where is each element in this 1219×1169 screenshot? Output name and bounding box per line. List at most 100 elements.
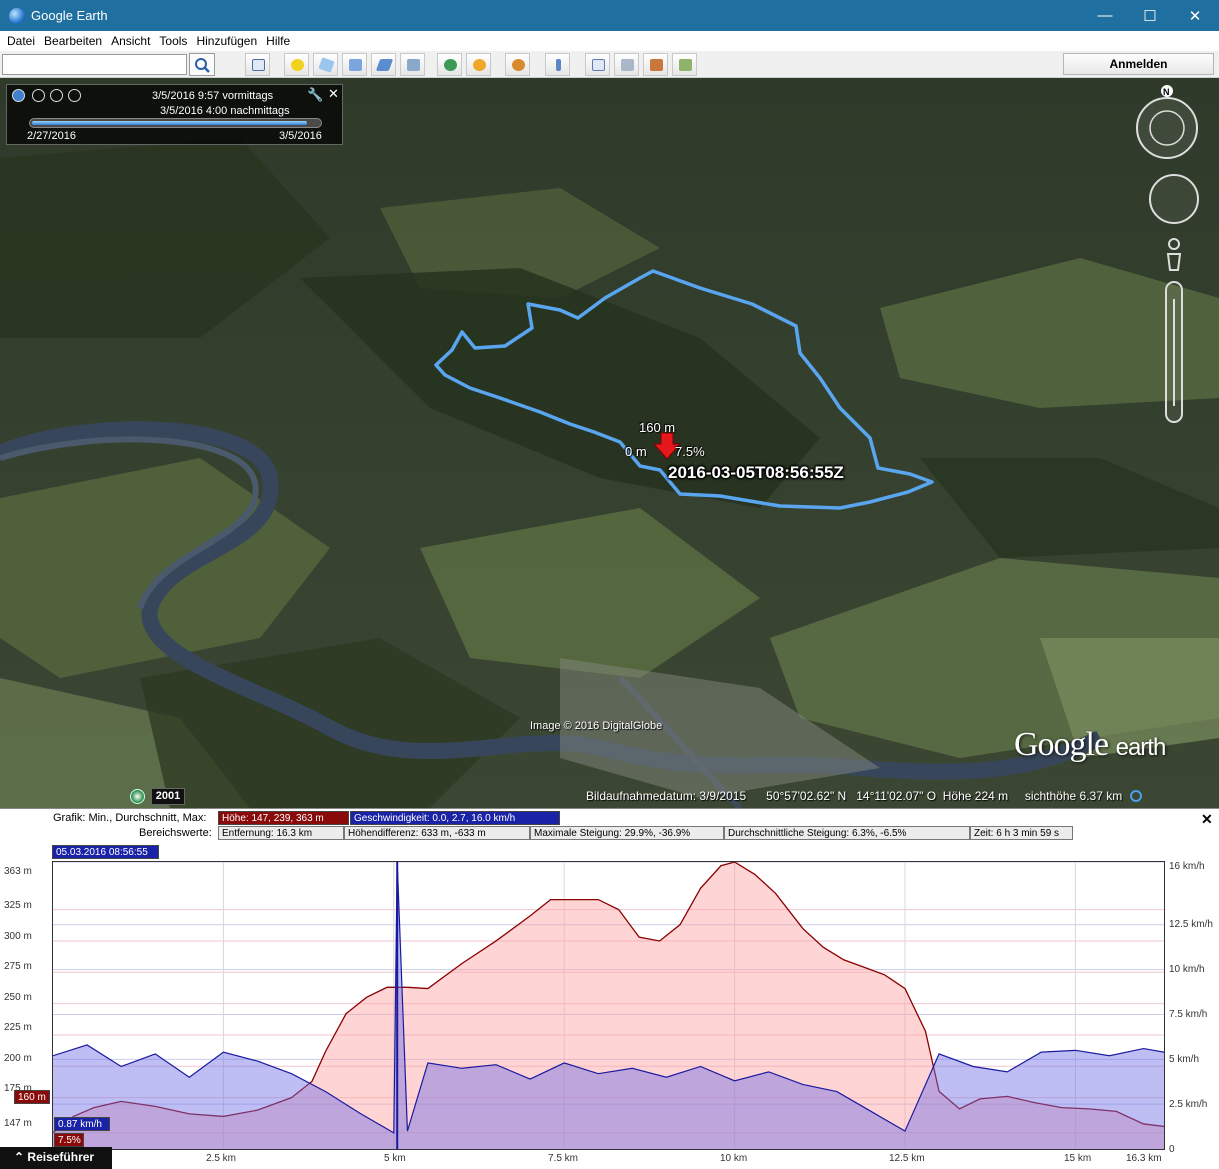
range-label: Bereichswerte:: [139, 827, 212, 839]
save-image-button[interactable]: [643, 53, 668, 76]
elevation-profile-chart[interactable]: [52, 861, 1165, 1150]
signin-button[interactable]: Anmelden: [1063, 53, 1214, 75]
look-joystick[interactable]: [1136, 97, 1198, 159]
move-joystick[interactable]: [1149, 174, 1199, 224]
latitude: 50°57'02.62" N: [766, 789, 847, 803]
wrench-icon[interactable]: 🔧: [307, 87, 323, 103]
pushpin-icon: [291, 59, 304, 71]
y-right-tick-label: 12.5 km/h: [1169, 919, 1213, 930]
zoom-out-time-icon[interactable]: [32, 89, 45, 102]
print-button[interactable]: [614, 53, 639, 76]
planet-switch-button[interactable]: [505, 53, 530, 76]
historical-imagery-control[interactable]: 2001: [130, 788, 185, 806]
maximize-button[interactable]: ☐: [1127, 0, 1173, 31]
logo-sub: earth: [1115, 734, 1167, 761]
placemark-timestamp: 2016-03-05T08:56:55Z: [668, 463, 844, 482]
max-slope-chip: Maximale Steigung: 29.9%, -36.9%: [530, 826, 724, 840]
y-left-tick-label: 325 m: [4, 900, 32, 911]
speed-stats-chip[interactable]: Geschwindigkeit: 0.0, 2.7, 16.0 km/h: [350, 811, 560, 825]
tour-guide-label: Reiseführer: [27, 1150, 95, 1164]
x-tick-label: 12.5 km: [889, 1153, 925, 1164]
add-overlay-button[interactable]: [371, 53, 396, 76]
eye-altitude: sichthöhe 6.37 km: [1024, 789, 1123, 803]
title-bar: Google Earth — ☐ ✕: [0, 0, 1219, 31]
menu-hinzufuegen[interactable]: Hinzufügen: [196, 34, 257, 48]
earth-3d-view[interactable]: 160 m 0 m 7.5%: [0, 78, 1219, 808]
cursor-speed-chip: 0.87 km/h: [54, 1117, 110, 1131]
street-view-pegman-icon[interactable]: [1168, 238, 1180, 250]
y-left-tick-label: 275 m: [4, 961, 32, 972]
placemark-slope: 7.5%: [675, 444, 705, 459]
history-clock-icon[interactable]: [130, 789, 145, 804]
search-input[interactable]: [2, 54, 187, 75]
zoom-in-time-icon[interactable]: [50, 89, 63, 102]
x-tick-label: 5 km: [384, 1153, 406, 1164]
save-image-icon: [650, 59, 663, 71]
time-slider-start-date: 2/27/2016: [27, 130, 76, 142]
y-right-tick-label: 7.5 km/h: [1169, 1009, 1208, 1020]
polygon-icon: [318, 57, 335, 73]
status-bar: Bildaufnahmedatum: 3/9/2015 50°57'02.62"…: [586, 789, 1142, 803]
add-path-button[interactable]: [342, 53, 367, 76]
historical-imagery-button[interactable]: [437, 53, 462, 76]
reset-time-icon[interactable]: [68, 89, 81, 102]
email-button[interactable]: [585, 53, 610, 76]
height-diff-chip: Höhendifferenz: 633 m, -633 m: [344, 826, 530, 840]
clock-settings-icon[interactable]: [12, 89, 25, 102]
x-tick-label: 7.5 km: [548, 1153, 579, 1164]
camera-icon: [407, 59, 420, 71]
time-slider-track[interactable]: [29, 118, 322, 128]
y-left-tick-label: 175 m: [4, 1083, 32, 1094]
clock-icon: [444, 59, 457, 71]
menu-tools[interactable]: Tools: [159, 34, 187, 48]
view-in-maps-button[interactable]: [672, 53, 697, 76]
y-right-tick-label: 5 km/h: [1169, 1054, 1200, 1065]
y-left-tick-label: 147 m: [4, 1118, 32, 1129]
menu-datei[interactable]: Datei: [7, 34, 35, 48]
close-button[interactable]: ✕: [1172, 0, 1218, 31]
tour-guide-button[interactable]: ⌃ Reiseführer: [0, 1147, 112, 1169]
menu-hilfe[interactable]: Hilfe: [266, 34, 290, 48]
streaming-indicator-icon: [1129, 790, 1142, 802]
navigation-controls[interactable]: N: [1134, 84, 1212, 429]
logo-main: Google: [1014, 726, 1109, 763]
sun-icon: [473, 59, 486, 71]
y-left-tick-label: 200 m: [4, 1053, 32, 1064]
image-credit: Image © 2016 DigitalGlobe: [530, 720, 663, 732]
ruler-icon: [556, 59, 561, 71]
x-tick-label: 16.3 km: [1126, 1153, 1162, 1164]
x-tick-label: 2.5 km: [206, 1153, 237, 1164]
google-earth-app: Google Earth — ☐ ✕ Datei Bearbeiten Ansi…: [0, 0, 1219, 1169]
avg-slope-chip: Durchschnittliche Steigung: 6.3%, -6.5%: [724, 826, 970, 840]
y-left-tick-label: 300 m: [4, 931, 32, 942]
time-chip: Zeit: 6 h 3 min 59 s: [970, 826, 1073, 840]
menu-bar: Datei Bearbeiten Ansicht Tools Hinzufüge…: [0, 31, 1219, 51]
sidebar-icon: [252, 59, 265, 71]
history-year: 2001: [151, 788, 185, 805]
graph-label: Grafik: Min., Durchschnitt, Max:: [53, 812, 207, 824]
google-earth-logo-icon: [9, 7, 25, 24]
path-icon: [349, 59, 362, 71]
minimize-button[interactable]: —: [1082, 0, 1128, 31]
ruler-button[interactable]: [545, 53, 570, 76]
close-timeslider-icon[interactable]: ✕: [328, 86, 339, 102]
x-tick-label: 10 km: [720, 1153, 748, 1164]
menu-bearbeiten[interactable]: Bearbeiten: [44, 34, 102, 48]
sunlight-button[interactable]: [466, 53, 491, 76]
sidebar-toggle-button[interactable]: [245, 53, 270, 76]
menu-ansicht[interactable]: Ansicht: [111, 34, 150, 48]
height-stats-chip[interactable]: Höhe: 147, 239, 363 m: [218, 811, 349, 825]
y-right-tick-label: 0: [1169, 1144, 1175, 1155]
add-polygon-button[interactable]: [313, 53, 338, 76]
search-button[interactable]: [189, 53, 215, 76]
printer-icon: [621, 59, 634, 71]
time-slider-fill: [32, 121, 307, 125]
toolbar: Anmelden: [0, 51, 1219, 78]
add-placemark-button[interactable]: [284, 53, 309, 76]
record-tour-button[interactable]: [400, 53, 425, 76]
close-profile-icon[interactable]: ✕: [1201, 811, 1213, 828]
cursor-time-chip: 05.03.2016 08:56:55: [52, 845, 159, 859]
placemark-distance: 0 m: [625, 444, 647, 459]
y-left-tick-label: 225 m: [4, 1022, 32, 1033]
google-earth-watermark: Google earth: [1014, 726, 1167, 764]
